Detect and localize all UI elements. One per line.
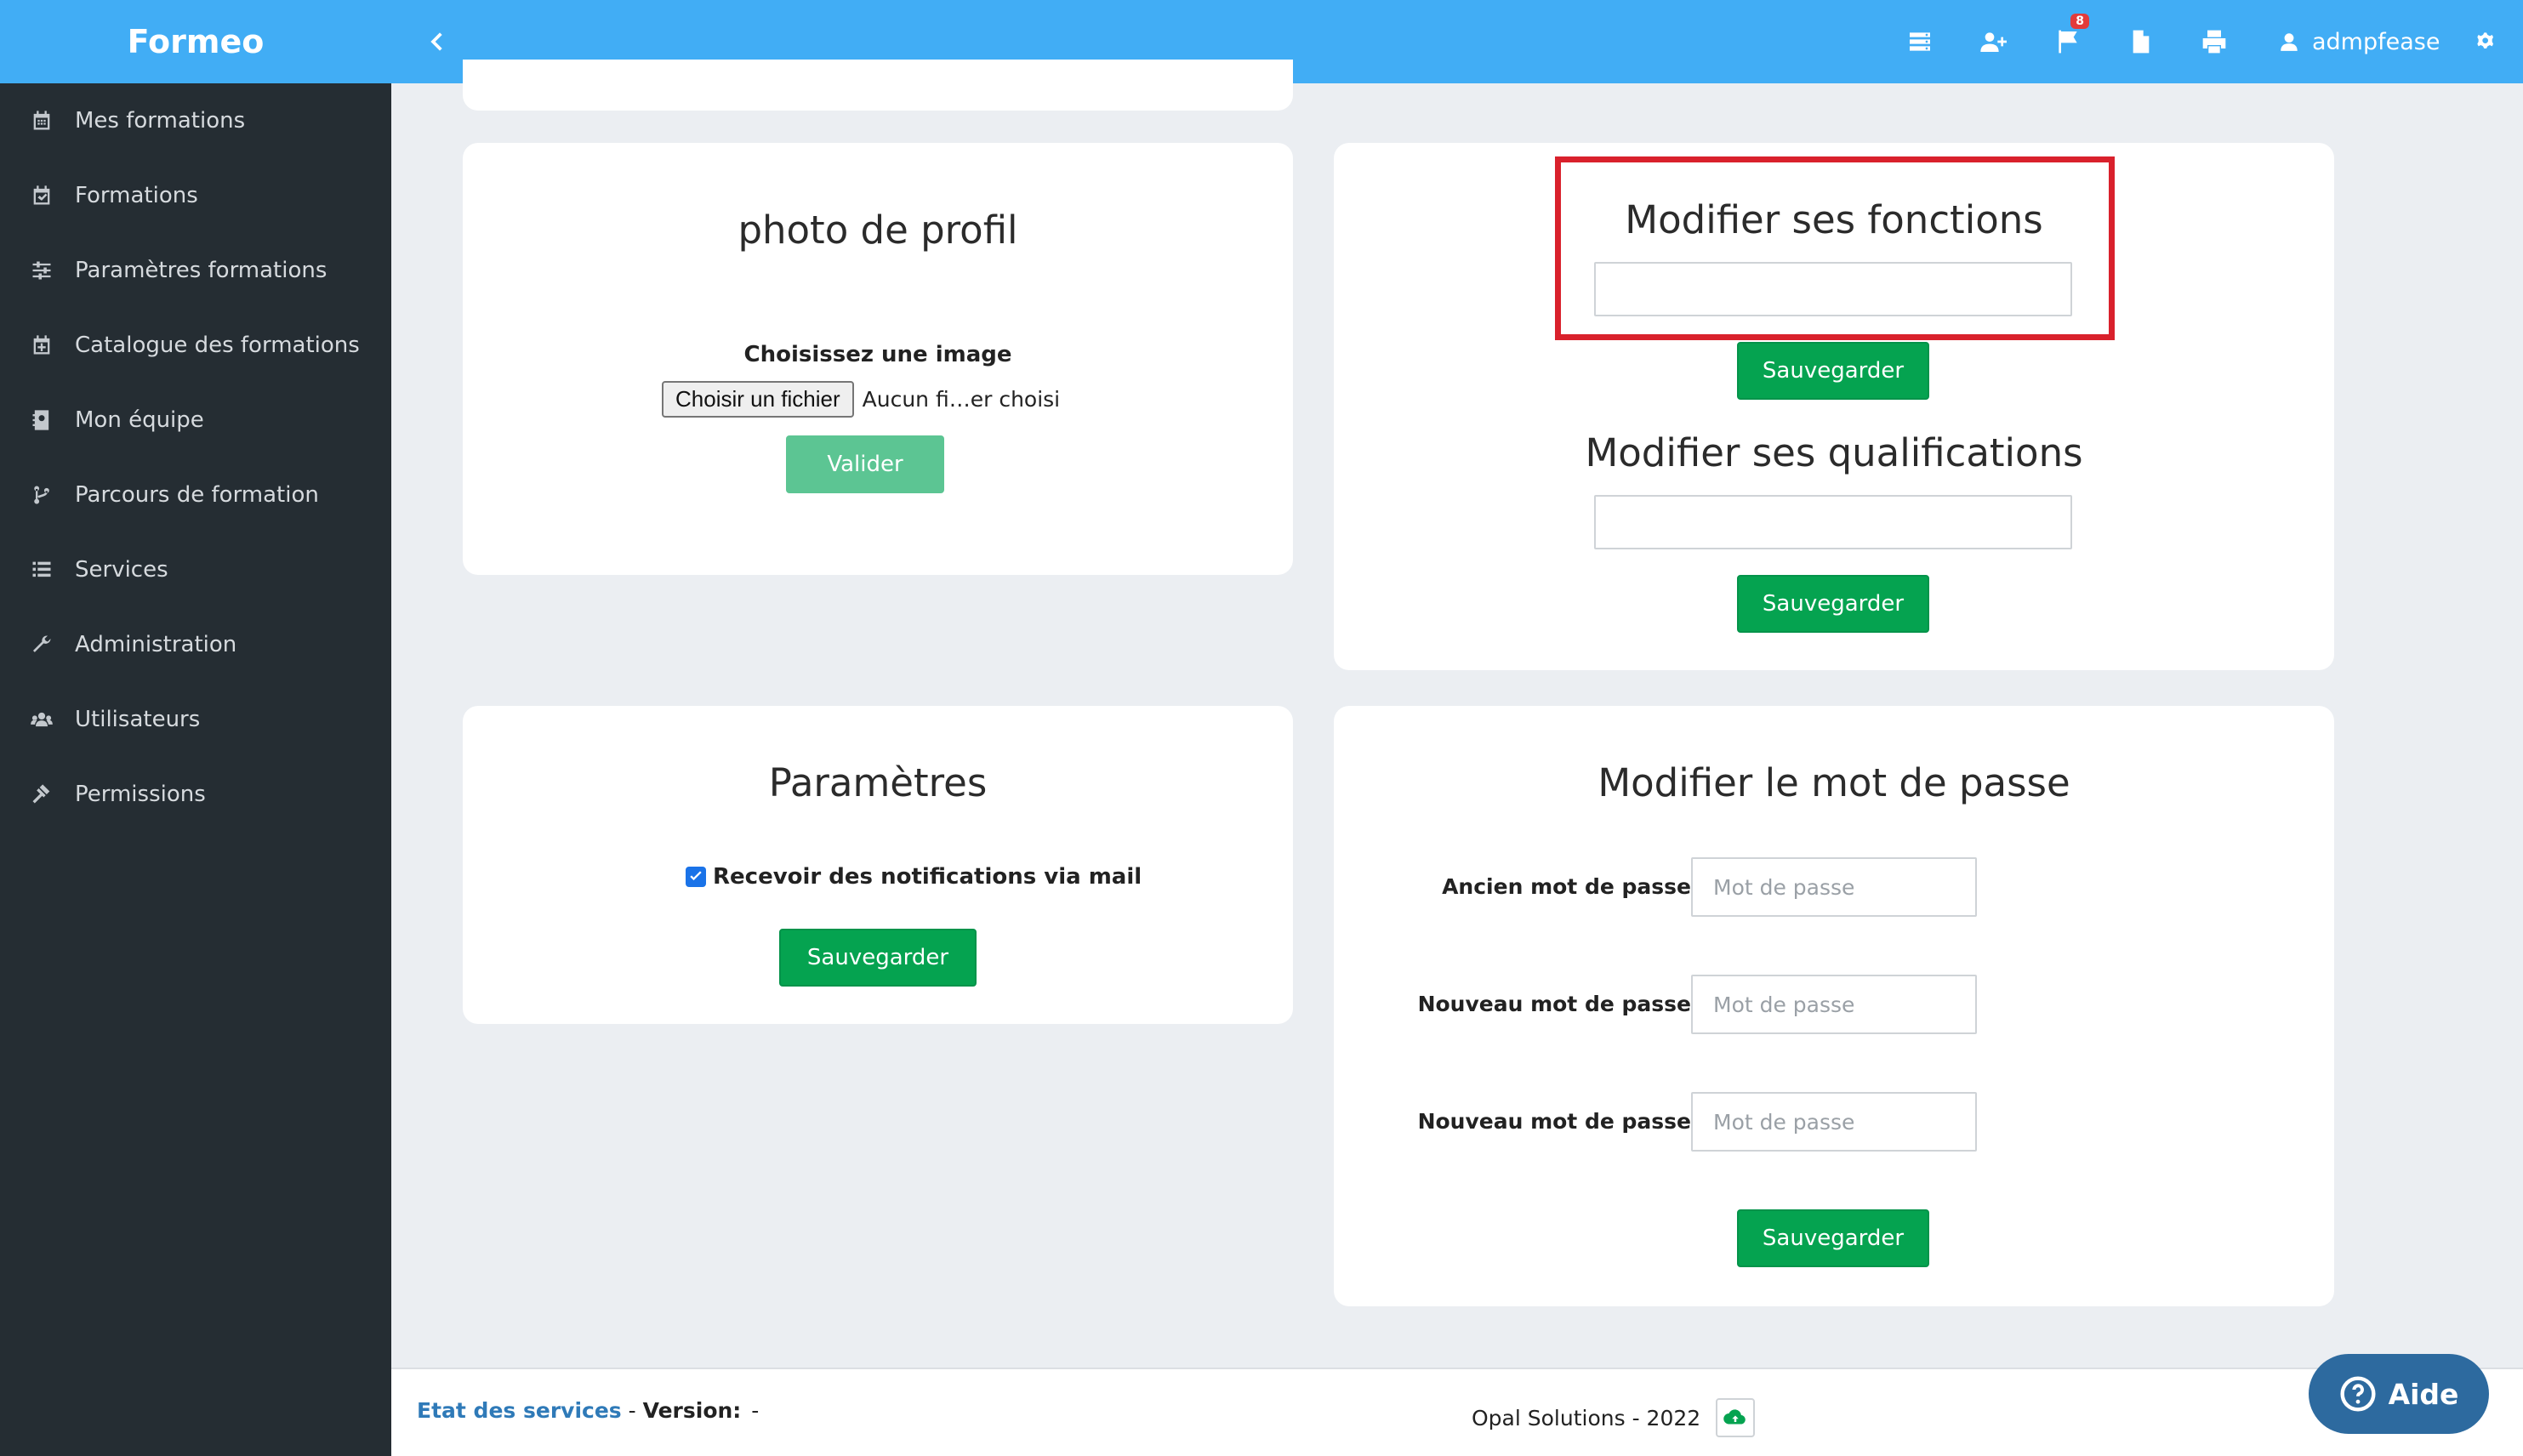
user-plus-icon xyxy=(1980,32,2007,52)
sidebar-item-label: Mes formations xyxy=(75,108,246,134)
list-icon xyxy=(29,557,54,583)
sidebar-item-services[interactable]: Services xyxy=(0,536,391,604)
footer-left: Etat des services - Version: - xyxy=(417,1398,759,1423)
footer-separator: - xyxy=(621,1398,643,1423)
server-icon xyxy=(1910,32,1930,51)
sidebar-item-label: Administration xyxy=(75,632,237,657)
add-user-button[interactable] xyxy=(1972,20,2014,63)
new-password-label: Nouveau mot de passe xyxy=(1417,992,1691,1016)
choose-image-label: Choisissez une image xyxy=(743,342,1012,367)
save-qualifications-button[interactable]: Sauvegarder xyxy=(1737,575,1929,633)
sidebar-item-utilisateurs[interactable]: Utilisateurs xyxy=(0,685,391,754)
password-title: Modifier le mot de passe xyxy=(1598,760,2070,805)
address-book-icon xyxy=(29,407,54,433)
collapse-sidebar-button[interactable] xyxy=(415,20,458,63)
sidebar-item-label: Mon équipe xyxy=(75,407,204,433)
notify-checkbox[interactable] xyxy=(686,867,706,887)
users-icon xyxy=(29,707,54,732)
sliders-icon xyxy=(29,258,54,283)
sidebar-item-label: Permissions xyxy=(75,782,206,807)
settings-button[interactable] xyxy=(2465,20,2508,63)
footer-center: Opal Solutions - 2022 xyxy=(1472,1398,1756,1437)
brand-logo[interactable]: Formeo xyxy=(0,0,391,83)
checkmark-icon xyxy=(690,871,702,881)
sidebar-item-label: Services xyxy=(75,557,168,583)
sidebar-item-label: Utilisateurs xyxy=(75,707,201,732)
sidebar-item-mes-formations[interactable]: Mes formations xyxy=(0,87,391,155)
sidebar-item-formations[interactable]: Formations xyxy=(0,162,391,230)
gavel-icon xyxy=(29,782,54,807)
choose-file-button[interactable]: Choisir un fichier xyxy=(662,381,854,418)
sidebar-item-administration[interactable]: Administration xyxy=(0,611,391,679)
username: admpfease xyxy=(2312,28,2440,55)
file-input: Choisir un fichier Aucun fi…er choisi xyxy=(662,381,1060,418)
notifications-button[interactable]: 8 xyxy=(2047,14,2089,63)
print-icon xyxy=(2202,30,2226,54)
service-status-link[interactable]: Etat des services xyxy=(417,1398,622,1423)
flag-icon xyxy=(2059,30,2077,54)
help-label: Aide xyxy=(2388,1377,2459,1411)
password-card: Modifier le mot de passe Ancien mot de p… xyxy=(1334,706,2334,1306)
confirm-password-label: Nouveau mot de passe xyxy=(1417,1109,1691,1134)
sidebar-item-label: Formations xyxy=(75,183,198,208)
calendar-icon xyxy=(29,108,54,134)
chevron-left-icon xyxy=(430,32,442,51)
old-password-label: Ancien mot de passe xyxy=(1442,874,1691,899)
version-value: - xyxy=(751,1398,760,1423)
sidebar: Formeo Mes formations Formations Paramèt… xyxy=(0,0,391,1456)
user-icon xyxy=(2281,33,2298,51)
notification-badge: 8 xyxy=(2070,14,2089,29)
sidebar-item-permissions[interactable]: Permissions xyxy=(0,760,391,828)
sidebar-item-catalogue[interactable]: Catalogue des formations xyxy=(0,311,391,379)
qualifications-input[interactable] xyxy=(1594,495,2072,549)
sidebar-item-parametres-formations[interactable]: Paramètres formations xyxy=(0,236,391,304)
save-functions-button[interactable]: Sauvegarder xyxy=(1737,342,1929,400)
new-password-input[interactable] xyxy=(1691,975,1977,1034)
sidebar-item-mon-equipe[interactable]: Mon équipe xyxy=(0,386,391,454)
document-button[interactable] xyxy=(2120,20,2162,63)
server-button[interactable] xyxy=(1899,20,1941,63)
sidebar-item-parcours[interactable]: Parcours de formation xyxy=(0,461,391,529)
print-button[interactable] xyxy=(2193,20,2235,63)
notify-label: Recevoir des notifications via mail xyxy=(713,864,1142,890)
qualifications-title: Modifier ses qualifications xyxy=(1585,430,2083,475)
calendar-check-icon xyxy=(29,183,54,208)
help-button[interactable]: Aide xyxy=(2309,1354,2489,1434)
sidebar-item-label: Parcours de formation xyxy=(75,482,319,508)
copyright-text: Opal Solutions - 2022 xyxy=(1472,1405,1701,1430)
profile-photo-card: photo de profil Choisissez une image Cho… xyxy=(463,143,1293,575)
functions-qualifications-card: Modifier ses fonctions Sauvegarder Modif… xyxy=(1334,143,2334,670)
old-password-input[interactable] xyxy=(1691,857,1977,917)
save-password-button[interactable]: Sauvegarder xyxy=(1737,1209,1929,1267)
validate-photo-button[interactable]: Valider xyxy=(786,435,944,493)
notify-row: Recevoir des notifications via mail xyxy=(686,864,1142,890)
sidebar-item-label: Paramètres formations xyxy=(75,258,327,283)
version-label: Version: xyxy=(642,1398,742,1423)
functions-input[interactable] xyxy=(1594,262,2072,316)
settings-card: Paramètres Recevoir des notifications vi… xyxy=(463,706,1293,1024)
question-circle-icon xyxy=(2340,1376,2376,1412)
user-menu[interactable]: admpfease xyxy=(2278,20,2440,63)
code-branch-icon xyxy=(29,482,54,508)
file-status: Aucun fi…er choisi xyxy=(862,387,1061,412)
profile-photo-title: photo de profil xyxy=(738,208,1018,253)
calendar-plus-icon xyxy=(29,333,54,358)
file-text-icon xyxy=(2133,30,2150,54)
wrench-icon xyxy=(29,632,54,657)
functions-title: Modifier ses fonctions xyxy=(1625,197,2043,242)
cloud-recycle-button[interactable] xyxy=(1716,1398,1756,1437)
partial-card-top xyxy=(463,60,1293,111)
footer: Etat des services - Version: - Opal Solu… xyxy=(391,1368,2523,1456)
settings-title: Paramètres xyxy=(768,760,988,805)
confirm-password-input[interactable] xyxy=(1691,1092,1977,1152)
sidebar-item-label: Catalogue des formations xyxy=(75,333,360,358)
cloud-recycle-icon xyxy=(1723,1409,1746,1425)
save-settings-button[interactable]: Sauvegarder xyxy=(779,929,977,987)
cogs-icon xyxy=(2477,32,2493,48)
